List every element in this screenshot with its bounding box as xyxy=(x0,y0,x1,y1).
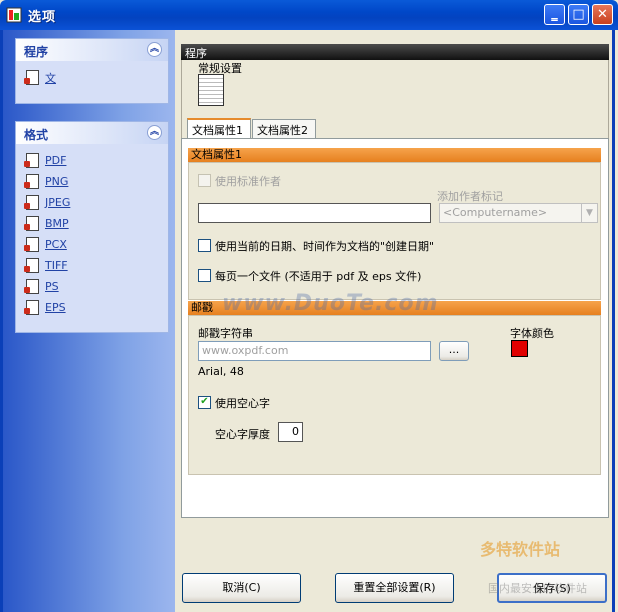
author-input[interactable] xyxy=(198,203,431,223)
sidebar-item-doc[interactable]: 文 xyxy=(24,67,158,88)
sidebar-item-eps[interactable]: EPS xyxy=(24,297,158,318)
sidebar-item-pcx[interactable]: PCX xyxy=(24,234,158,255)
settings-document-icon xyxy=(198,74,224,106)
outline-thickness-input[interactable]: 0 xyxy=(278,422,303,442)
app-icon xyxy=(6,7,22,23)
font-color-swatch[interactable] xyxy=(511,340,528,357)
sidebar-item-label: PNG xyxy=(45,175,69,188)
window-title: 选项 xyxy=(28,10,57,25)
one-file-per-page-checkbox[interactable] xyxy=(198,269,211,282)
ps-file-icon xyxy=(24,279,39,294)
bmp-file-icon xyxy=(24,216,39,231)
doc-props-frame: 使用标准作者 添加作者标记 <Computername> ▼ 使用当前的日期、时… xyxy=(188,162,601,300)
document-icon xyxy=(24,70,39,85)
pcx-file-icon xyxy=(24,237,39,252)
browse-font-button[interactable]: ... xyxy=(439,341,469,361)
doc-props-header: 文档属性1 xyxy=(188,148,601,162)
sidebar-item-label: BMP xyxy=(45,217,69,230)
stamp-string-input[interactable]: www.oxpdf.com xyxy=(198,341,431,361)
sidebar-item-tiff[interactable]: TIFF xyxy=(24,255,158,276)
use-standard-author-checkbox[interactable] xyxy=(198,174,211,187)
collapse-icon[interactable]: ︽ xyxy=(147,125,162,140)
stamp-string-label: 邮戳字符串 xyxy=(198,327,253,340)
use-current-date-checkbox[interactable] xyxy=(198,239,211,252)
use-current-date-label: 使用当前的日期、时间作为文档的"创建日期" xyxy=(215,240,435,253)
close-button[interactable]: ✕ xyxy=(592,4,613,25)
maximize-button[interactable]: □ xyxy=(568,4,589,25)
sidebar-item-bmp[interactable]: BMP xyxy=(24,213,158,234)
watermark-text: www.DuoTe.com xyxy=(222,291,439,316)
stamp-string-placeholder: www.oxpdf.com xyxy=(202,344,289,357)
tab-doc-props-2[interactable]: 文档属性2 xyxy=(252,119,316,139)
tiff-file-icon xyxy=(24,258,39,273)
maximize-icon: □ xyxy=(572,7,585,22)
sidebar-item-png[interactable]: PNG xyxy=(24,171,158,192)
tab-doc-props-1[interactable]: 文档属性1 xyxy=(187,118,251,140)
collapse-icon[interactable]: ︽ xyxy=(147,42,162,57)
minimize-button[interactable]: ‗ xyxy=(544,4,565,25)
sidebar-item-label: PCX xyxy=(45,238,67,251)
close-icon: ✕ xyxy=(597,7,608,22)
program-group-header[interactable]: 程序 ︽ xyxy=(16,39,168,61)
jpeg-file-icon xyxy=(24,195,39,210)
stamp-frame: 邮戳字符串 字体颜色 www.oxpdf.com ... Arial, 48 ✔… xyxy=(188,315,601,475)
program-group: 程序 ︽ 文 xyxy=(15,38,169,104)
minimize-icon: ‗ xyxy=(551,7,558,22)
format-group: 格式 ︽ PDF PNG JPEG BMP PCX TIFF PS EPS xyxy=(15,121,169,333)
font-info: Arial, 48 xyxy=(198,365,244,378)
use-outline-checkbox[interactable]: ✔ xyxy=(198,396,211,409)
title-bar: 选项 ‗ □ ✕ xyxy=(0,0,618,30)
author-tag-select-value: <Computername> xyxy=(443,206,548,219)
program-group-title: 程序 xyxy=(24,45,49,59)
chevron-down-icon: ▼ xyxy=(581,204,597,222)
sidebar-item-label: JPEG xyxy=(45,196,71,209)
outline-thickness-value: 0 xyxy=(292,425,299,438)
sidebar-item-label: TIFF xyxy=(45,259,68,272)
one-file-per-page-label: 每页一个文件 (不适用于 pdf 及 eps 文件) xyxy=(215,270,422,283)
sidebar-item-pdf[interactable]: PDF xyxy=(24,150,158,171)
sidebar-item-label: EPS xyxy=(45,301,66,314)
font-color-label: 字体颜色 xyxy=(510,327,554,340)
sidebar-item-label: PDF xyxy=(45,154,67,167)
pdf-file-icon xyxy=(24,153,39,168)
program-section-header: 程序 xyxy=(181,44,609,60)
png-file-icon xyxy=(24,174,39,189)
format-group-header[interactable]: 格式 ︽ xyxy=(16,122,168,144)
add-author-tag-label: 添加作者标记 xyxy=(437,190,503,203)
use-outline-label: 使用空心字 xyxy=(215,397,270,410)
right-pane: 程序 常规设置 文档属性1 文档属性2 文档属性1 使用标准作者 添加作者标记 … xyxy=(175,30,615,612)
outline-thickness-label: 空心字厚度 xyxy=(215,428,270,441)
tab-panel: 文档属性1 使用标准作者 添加作者标记 <Computername> ▼ 使用当… xyxy=(181,138,609,518)
format-group-title: 格式 xyxy=(24,128,49,142)
sidebar-item-label: 文 xyxy=(45,71,56,85)
sidebar-item-label: PS xyxy=(45,280,59,293)
sidebar-item-jpeg[interactable]: JPEG xyxy=(24,192,158,213)
sidebar-item-ps[interactable]: PS xyxy=(24,276,158,297)
general-settings-item[interactable]: 常规设置 xyxy=(186,60,246,110)
cancel-button[interactable]: 取消(C) xyxy=(182,573,301,603)
use-standard-author-label: 使用标准作者 xyxy=(215,175,281,188)
watermark-slogan: 国内最安全的软件站 xyxy=(488,582,587,595)
author-tag-select[interactable]: <Computername> ▼ xyxy=(439,203,598,223)
eps-file-icon xyxy=(24,300,39,315)
watermark-logo: 多特软件站 xyxy=(480,540,561,559)
left-pane: 程序 ︽ 文 格式 ︽ PDF PNG JPEG BMP PCX TIFF PS… xyxy=(0,30,175,612)
reset-all-button[interactable]: 重置全部设置(R) xyxy=(335,573,454,603)
